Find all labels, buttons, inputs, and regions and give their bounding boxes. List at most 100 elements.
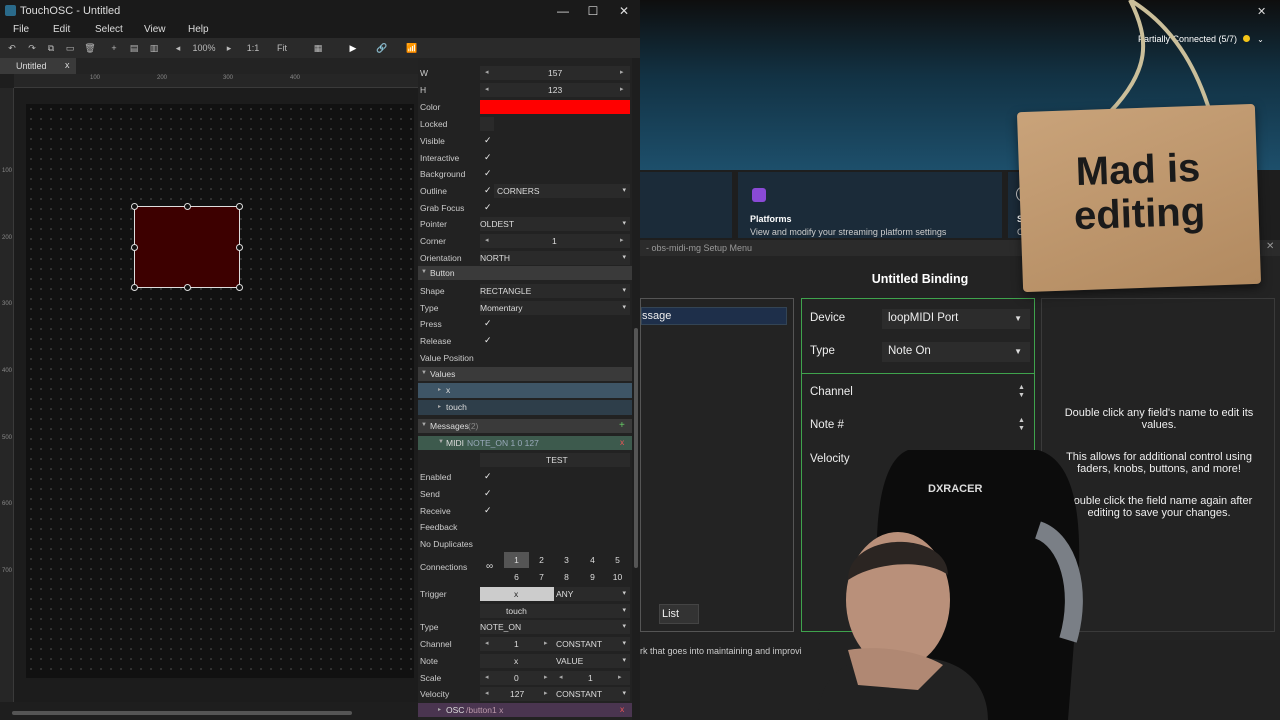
increment-icon[interactable]: ▸ — [618, 673, 622, 681]
zoom-out-icon[interactable]: ◂ — [173, 41, 183, 55]
increment-icon[interactable]: ▸ — [544, 689, 548, 697]
resize-handle[interactable] — [131, 203, 138, 210]
decrement-icon[interactable]: ◂ — [485, 236, 489, 244]
decrement-icon[interactable]: ◂ — [485, 68, 489, 76]
scrollbar-thumb[interactable] — [634, 328, 638, 568]
scrollbar-thumb[interactable] — [12, 711, 352, 715]
decrement-icon[interactable]: ◂ — [485, 85, 489, 93]
increment-icon[interactable]: ▸ — [620, 236, 624, 244]
device-select[interactable]: loopMIDI Port ▼ — [882, 309, 1030, 329]
checkbox[interactable]: ✓ — [484, 335, 492, 346]
scale-max-field[interactable]: ◂ 1 ▸ — [554, 671, 630, 685]
increment-icon[interactable]: ▸ — [544, 673, 548, 681]
connection-toggle[interactable]: 4 — [580, 552, 605, 568]
resize-handle[interactable] — [131, 284, 138, 291]
checkbox[interactable]: ✓ — [484, 318, 492, 329]
layout-canvas[interactable] — [26, 104, 414, 678]
add-icon[interactable]: + — [107, 41, 121, 55]
decrement-icon[interactable]: ◂ — [485, 689, 489, 697]
prop-h-field[interactable]: ◂ 123 ▸ — [480, 83, 630, 97]
minimize-button[interactable]: — — [548, 2, 578, 20]
shape-select[interactable]: RECTANGLE ▾ — [480, 284, 630, 298]
checkbox[interactable]: ✓ — [484, 185, 492, 196]
remove-message-icon[interactable]: x — [620, 704, 624, 714]
value-item-touch[interactable]: ▸ touch — [418, 400, 632, 415]
checkbox[interactable]: ✓ — [484, 505, 492, 516]
resize-handle[interactable] — [184, 203, 191, 210]
connection-toggle[interactable]: 2 — [529, 552, 554, 568]
chevron-down-icon[interactable]: ⌄ — [1257, 35, 1264, 44]
pointer-select[interactable]: OLDEST ▾ — [480, 217, 630, 231]
close-button[interactable]: ✕ — [609, 2, 639, 20]
paste-icon[interactable]: ▭ — [63, 41, 77, 55]
connection-toggle[interactable]: 6 — [504, 569, 529, 585]
note-label[interactable]: Note # — [810, 419, 844, 431]
checkbox[interactable]: ✓ — [484, 168, 492, 179]
color-swatch[interactable] — [480, 100, 630, 114]
menu-view[interactable]: View — [144, 24, 166, 35]
overlay-close-icon[interactable]: ✕ — [1257, 5, 1266, 18]
zoom-in-icon[interactable]: ▸ — [224, 41, 234, 55]
undo-icon[interactable]: ↶ — [5, 41, 19, 55]
connection-toggle[interactable]: 10 — [605, 569, 630, 585]
resize-handle[interactable] — [184, 284, 191, 291]
grid-icon[interactable]: ▦ — [311, 41, 325, 55]
resize-handle[interactable] — [236, 284, 243, 291]
channel-field[interactable]: ◂ 1 ▸ — [480, 637, 554, 651]
redo-icon[interactable]: ↷ — [25, 41, 39, 55]
trigger-value-select[interactable]: x — [480, 587, 554, 601]
setup-close-icon[interactable]: ✕ — [1266, 241, 1274, 252]
section-values[interactable]: ▼ Values — [418, 367, 632, 381]
section-button[interactable]: ▼ Button — [418, 266, 632, 280]
checkbox[interactable]: ✓ — [484, 471, 492, 482]
delete-icon[interactable]: 🗑 — [83, 41, 97, 55]
decrement-icon[interactable]: ◂ — [485, 639, 489, 647]
wifi-icon[interactable]: 📶 — [405, 41, 419, 55]
connection-toggle[interactable]: 7 — [529, 569, 554, 585]
checkbox[interactable]: ✓ — [484, 488, 492, 499]
settings-card[interactable] — [640, 172, 732, 238]
connection-toggle[interactable]: 8 — [554, 569, 579, 585]
ratio-button[interactable]: 1:1 — [243, 41, 263, 55]
velocity-field[interactable]: ◂ 127 ▸ — [480, 687, 554, 701]
trigger-mode-select[interactable]: ANY ▾ — [554, 587, 630, 601]
outline-mode-select[interactable]: CORNERS ▾ — [494, 184, 630, 198]
orientation-select[interactable]: NORTH ▾ — [480, 251, 630, 265]
checkbox[interactable] — [480, 117, 494, 131]
increment-icon[interactable]: ▸ — [620, 68, 624, 76]
note-mode-select[interactable]: VALUE ▾ — [554, 654, 630, 668]
device-label[interactable]: Device — [810, 312, 845, 324]
message-list-item[interactable]: ssage — [641, 307, 787, 325]
menu-select[interactable]: Select — [95, 24, 123, 35]
horizontal-scrollbar[interactable] — [0, 702, 418, 720]
tab-untitled[interactable]: Untitled x — [0, 58, 76, 74]
channel-mode-select[interactable]: CONSTANT ▾ — [554, 637, 630, 651]
connections-all-toggle[interactable]: ∞ — [486, 561, 493, 572]
group-icon[interactable]: ▤ — [127, 41, 141, 55]
tab-close-icon[interactable]: x — [65, 60, 70, 70]
decrement-icon[interactable]: ◂ — [559, 673, 563, 681]
play-icon[interactable]: ▶ — [346, 41, 360, 55]
value-item-x[interactable]: ▸ x — [418, 383, 632, 398]
add-message-icon[interactable]: + — [619, 420, 625, 431]
checkbox[interactable]: ✓ — [484, 202, 492, 213]
selected-button-control[interactable] — [131, 203, 243, 291]
connection-toggle[interactable]: 5 — [605, 552, 630, 568]
note-spinner[interactable]: ▲ ▼ — [1018, 417, 1025, 433]
list-button[interactable]: List — [659, 604, 699, 624]
type-label[interactable]: Type — [810, 345, 835, 357]
menu-help[interactable]: Help — [188, 24, 209, 35]
checkbox[interactable]: ✓ — [484, 135, 492, 146]
resize-handle[interactable] — [131, 244, 138, 251]
increment-icon[interactable]: ▸ — [544, 639, 548, 647]
corner-field[interactable]: ◂ 1 ▸ — [480, 234, 630, 248]
channel-spinner[interactable]: ▲ ▼ — [1018, 384, 1025, 400]
section-messages[interactable]: ▼ Messages (2) + — [418, 419, 632, 433]
link-icon[interactable]: 🔗 — [375, 41, 389, 55]
scale-min-field[interactable]: ◂ 0 ▸ — [480, 671, 554, 685]
osc-message-header[interactable]: ▸ OSC /button1 x x — [418, 703, 632, 717]
type-select[interactable]: Note On ▼ — [882, 342, 1030, 362]
note-field[interactable]: x — [480, 654, 554, 668]
remove-message-icon[interactable]: x — [620, 437, 624, 447]
prop-w-field[interactable]: ◂ 157 ▸ — [480, 66, 630, 80]
